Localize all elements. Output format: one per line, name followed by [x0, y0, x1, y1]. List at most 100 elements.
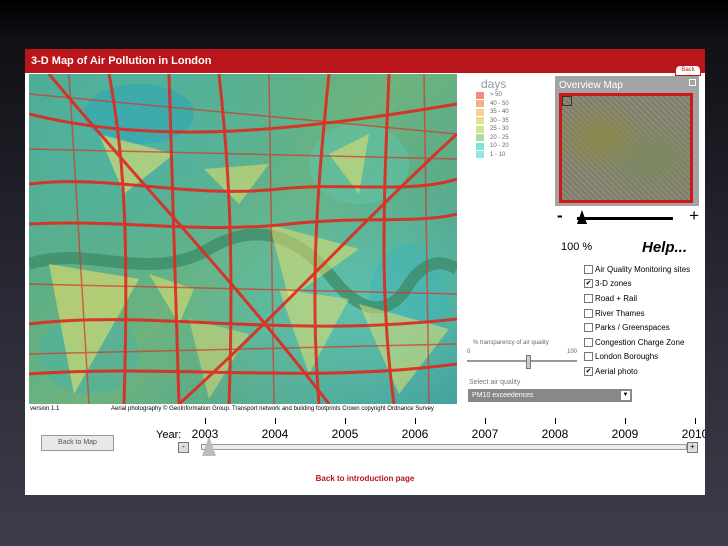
layer-label[interactable]: London Boroughs	[595, 352, 658, 361]
legend-items: > 50 40 - 50 35 - 40 30 - 35 25 - 30 20 - 25 1…	[463, 91, 553, 159]
legend-swatch	[476, 91, 484, 99]
pollution-map[interactable]	[29, 74, 457, 404]
year-timeline[interactable]: - + 2003 2004 2005 2006 2007 2008 2009 2010	[175, 418, 705, 456]
layer-label[interactable]: Congestion Charge Zone	[595, 338, 684, 347]
year-label-2003[interactable]: 2003	[192, 427, 219, 441]
layer-checkbox[interactable]: ✔	[584, 279, 593, 289]
close-icon[interactable]	[689, 79, 696, 86]
year-label-2007[interactable]: 2007	[472, 427, 499, 441]
legend-label: 10 - 20	[490, 143, 509, 150]
chevron-down-icon[interactable]: ▼	[621, 391, 630, 400]
legend-swatch	[476, 100, 484, 108]
year-label-2009[interactable]: 2009	[612, 427, 639, 441]
legend-swatch	[476, 117, 484, 125]
zoom-unit: %	[582, 241, 593, 253]
zoom-value: 100	[561, 241, 580, 253]
layer-label[interactable]: Aerial photo	[595, 367, 638, 376]
year-label-2010[interactable]: 2010	[682, 427, 705, 441]
zoom-slider[interactable]: - +	[557, 206, 699, 228]
back-to-map-button[interactable]: Back to Map	[41, 435, 114, 451]
zoom-thumb[interactable]	[576, 210, 587, 224]
transparency-max: 100	[566, 349, 577, 355]
layer-checkbox[interactable]	[584, 323, 593, 333]
layer-checklist: Air Quality Monitoring sites ✔ 3-D zones Ro…	[584, 262, 704, 379]
year-label-2006[interactable]: 2006	[402, 427, 429, 441]
year-label-2008[interactable]: 2008	[542, 427, 569, 441]
back-to-introduction-link[interactable]: Back to introduction page	[25, 474, 705, 483]
legend-label: 40 - 50	[490, 100, 509, 107]
overview-map-title: Overview Map	[559, 80, 623, 91]
year-tick	[695, 418, 696, 424]
legend-item: 20 - 25	[463, 134, 553, 143]
transparency-label: % transparency of air quality	[473, 340, 549, 346]
layer-checkbox[interactable]	[584, 337, 593, 347]
year-tick	[485, 418, 486, 424]
layer-checkbox[interactable]: ✔	[584, 366, 593, 376]
timeline-track[interactable]	[201, 444, 687, 450]
year-tick	[625, 418, 626, 424]
legend-item: 10 - 20	[463, 142, 553, 151]
transparency-track[interactable]	[467, 360, 577, 362]
legend-label: 20 - 25	[490, 134, 509, 141]
3d-zone	[204, 164, 269, 204]
layer-option[interactable]: ✔ Aerial photo	[584, 364, 704, 379]
legend-label: > 50	[490, 92, 502, 99]
legend-label: 25 - 30	[490, 126, 509, 133]
layer-option[interactable]: Congestion Charge Zone	[584, 335, 704, 350]
layer-label[interactable]: Road + Rail	[595, 294, 637, 303]
back-tab-button[interactable]: Back	[675, 65, 701, 76]
timeline-next-button[interactable]: +	[687, 442, 698, 453]
legend-swatch	[476, 108, 484, 116]
year-label-2005[interactable]: 2005	[332, 427, 359, 441]
version-text: version 1.1	[30, 406, 60, 412]
air-quality-select[interactable]: PM10 exceedences ▼	[468, 389, 632, 402]
layer-checkbox[interactable]	[584, 308, 593, 318]
overview-viewport-indicator[interactable]	[562, 96, 572, 106]
year-tick	[345, 418, 346, 424]
layer-checkbox[interactable]	[584, 264, 593, 274]
legend-item: 40 - 50	[463, 100, 553, 109]
transparency-slider[interactable]: % transparency of air quality 0 100	[467, 340, 577, 370]
legend-label: 30 - 35	[490, 117, 509, 124]
3d-zone	[149, 274, 194, 324]
layer-option[interactable]: Air Quality Monitoring sites	[584, 262, 704, 277]
help-link[interactable]: Help...	[642, 239, 687, 256]
legend-item: 35 - 40	[463, 108, 553, 117]
app-title: 3-D Map of Air Pollution in London	[25, 49, 705, 73]
layer-option[interactable]: Parks / Greenspaces	[584, 320, 704, 335]
app-title-text: 3-D Map of Air Pollution in London	[31, 55, 212, 67]
zoom-in-button[interactable]: +	[689, 206, 699, 226]
layer-option[interactable]: London Boroughs	[584, 350, 704, 365]
layer-label[interactable]: River Thames	[595, 309, 645, 318]
year-label-2004[interactable]: 2004	[262, 427, 289, 441]
slide-background: 3-D Map of Air Pollution in London Back	[0, 0, 728, 546]
air-quality-selected: PM10 exceedences	[472, 392, 534, 399]
year-tick	[555, 418, 556, 424]
legend-swatch	[476, 125, 484, 133]
timeline-previous-button[interactable]: -	[178, 442, 189, 453]
legend-swatch	[476, 134, 484, 142]
legend-item: 1 - 10	[463, 151, 553, 160]
layer-checkbox[interactable]	[584, 352, 593, 362]
layer-label[interactable]: 3-D zones	[595, 279, 631, 288]
layer-label[interactable]: Parks / Greenspaces	[595, 323, 670, 332]
map-graphics	[29, 74, 457, 404]
layer-label[interactable]: Air Quality Monitoring sites	[595, 265, 690, 274]
layer-checkbox[interactable]	[584, 293, 593, 303]
transparency-thumb[interactable]	[526, 355, 532, 369]
year-tick	[275, 418, 276, 424]
overview-map-panel: Overview Map	[555, 76, 699, 206]
app-window: 3-D Map of Air Pollution in London Back	[25, 49, 705, 495]
legend-label: 35 - 40	[490, 109, 509, 116]
layer-option[interactable]: Road + Rail	[584, 291, 704, 306]
layer-option[interactable]: River Thames	[584, 306, 704, 321]
overview-map-image[interactable]	[559, 93, 693, 203]
zoom-track[interactable]	[577, 217, 673, 220]
legend-item: > 50	[463, 91, 553, 100]
transparency-min: 0	[467, 349, 471, 355]
zoom-out-button[interactable]: -	[557, 206, 563, 226]
legend-label: 1 - 10	[490, 151, 506, 158]
legend-swatch	[476, 142, 484, 150]
layer-option[interactable]: ✔ 3-D zones	[584, 277, 704, 292]
credits-text: Aerial photography © GeoInformation Grou…	[111, 406, 434, 412]
